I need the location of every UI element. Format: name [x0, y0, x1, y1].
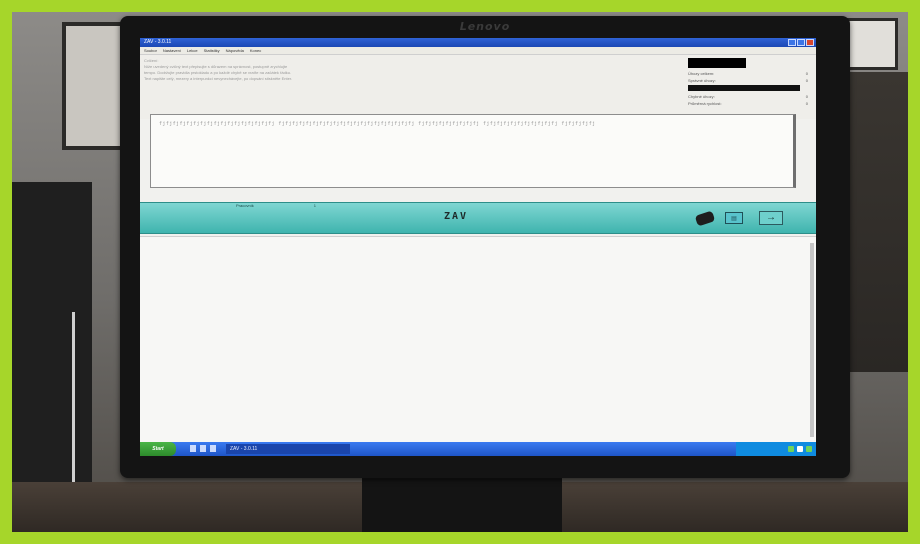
monitor: Lenovo ZAV - 3.0.11 Soubor Nastavení Lek… — [120, 16, 850, 478]
level-indicator: Pracovník 1 — [236, 203, 316, 208]
display-button[interactable]: ▤ — [722, 210, 746, 226]
menu-bar: Soubor Nastavení Lekce Statistiky Nápově… — [140, 47, 816, 55]
redacted-name — [688, 58, 746, 68]
stats-panel: Úhozy celkem: 0 Správné úhozy: 0 Chybné … — [688, 58, 808, 107]
photo-scene: Lenovo ZAV - 3.0.11 Soubor Nastavení Lek… — [12, 12, 908, 532]
keyboard-icon — [694, 209, 716, 227]
quick-launch-icon[interactable] — [190, 445, 196, 452]
menu-item[interactable]: Nápověda — [226, 47, 244, 54]
level-label: Pracovník — [236, 203, 254, 208]
monitor-brand-logo: Lenovo — [459, 20, 511, 33]
stat-value: 0 — [805, 94, 808, 99]
app-name-label: ZAV — [443, 211, 469, 222]
exercise-pattern: fjfjfjfjfjfjfjfjfjfjfjfjfjfjfjfjfj fjfjf… — [159, 121, 596, 127]
minimize-button[interactable] — [788, 39, 796, 46]
exercise-textbox: fjfjfjfjfjfjfjfjfjfjfjfjfjfjfjfjfj fjfjf… — [150, 114, 796, 188]
start-button[interactable]: Start — [140, 442, 176, 456]
taskbar-item[interactable]: ZAV - 3.0.11 — [226, 444, 350, 454]
window-controls — [788, 39, 814, 46]
menu-item[interactable]: Konec — [250, 47, 261, 54]
next-button[interactable]: → — [758, 210, 784, 226]
instructions-panel: Cvičení: Níže uvedený cvičný text přepis… — [140, 55, 816, 119]
taskbar: Start ZAV - 3.0.11 — [140, 442, 816, 456]
lesson-toolbar: Pracovník 1 ZAV ▤ → — [140, 202, 816, 234]
stat-label: Chybné úhozy: — [688, 94, 715, 99]
tray-icon[interactable] — [797, 446, 803, 452]
instructions-text: Cvičení: Níže uvedený cvičný text přepis… — [144, 58, 659, 82]
stat-row: Správné úhozy: 0 — [688, 77, 808, 84]
pc-tower — [12, 182, 92, 532]
menu-item[interactable]: Lekce — [187, 47, 198, 54]
level-value: 1 — [313, 203, 317, 208]
stat-row: Chybné úhozy: 0 — [688, 93, 808, 100]
maximize-button[interactable] — [797, 39, 805, 46]
menu-item[interactable]: Nastavení — [163, 47, 181, 54]
menu-item[interactable]: Statistiky — [204, 47, 220, 54]
stat-label: Průměrná rychlost: — [688, 101, 722, 106]
quick-launch-icon[interactable] — [200, 445, 206, 452]
system-tray — [736, 442, 816, 456]
arrow-right-icon: → — [759, 211, 783, 225]
stat-value: 0 — [805, 101, 808, 106]
stat-value: 0 — [805, 71, 808, 76]
stat-value: 0 — [805, 78, 808, 83]
monitor-stand — [362, 472, 562, 532]
stat-row: Průměrná rychlost: 0 — [688, 100, 808, 107]
menu-item[interactable]: Soubor — [144, 47, 157, 54]
typing-area[interactable] — [140, 236, 816, 443]
tray-icon[interactable] — [788, 446, 794, 452]
quick-launch — [190, 445, 216, 452]
window-title: ZAV - 3.0.11 — [144, 39, 172, 45]
display-icon: ▤ — [725, 212, 743, 224]
keyboard-button[interactable] — [692, 209, 718, 227]
instructions-line: Text napište celý, mezery a interpunkci … — [144, 76, 293, 81]
stat-label: Správné úhozy: — [688, 78, 716, 83]
redacted-bar — [688, 85, 800, 91]
stat-label: Úhozy celkem: — [688, 71, 715, 76]
quick-launch-icon[interactable] — [210, 445, 216, 452]
close-button[interactable] — [806, 39, 814, 46]
screen: ZAV - 3.0.11 Soubor Nastavení Lekce Stat… — [140, 38, 816, 456]
stat-row: Úhozy celkem: 0 — [688, 70, 808, 77]
tray-icon[interactable] — [806, 446, 812, 452]
window-titlebar[interactable]: ZAV - 3.0.11 — [140, 38, 816, 47]
vertical-scrollbar[interactable] — [810, 243, 814, 437]
